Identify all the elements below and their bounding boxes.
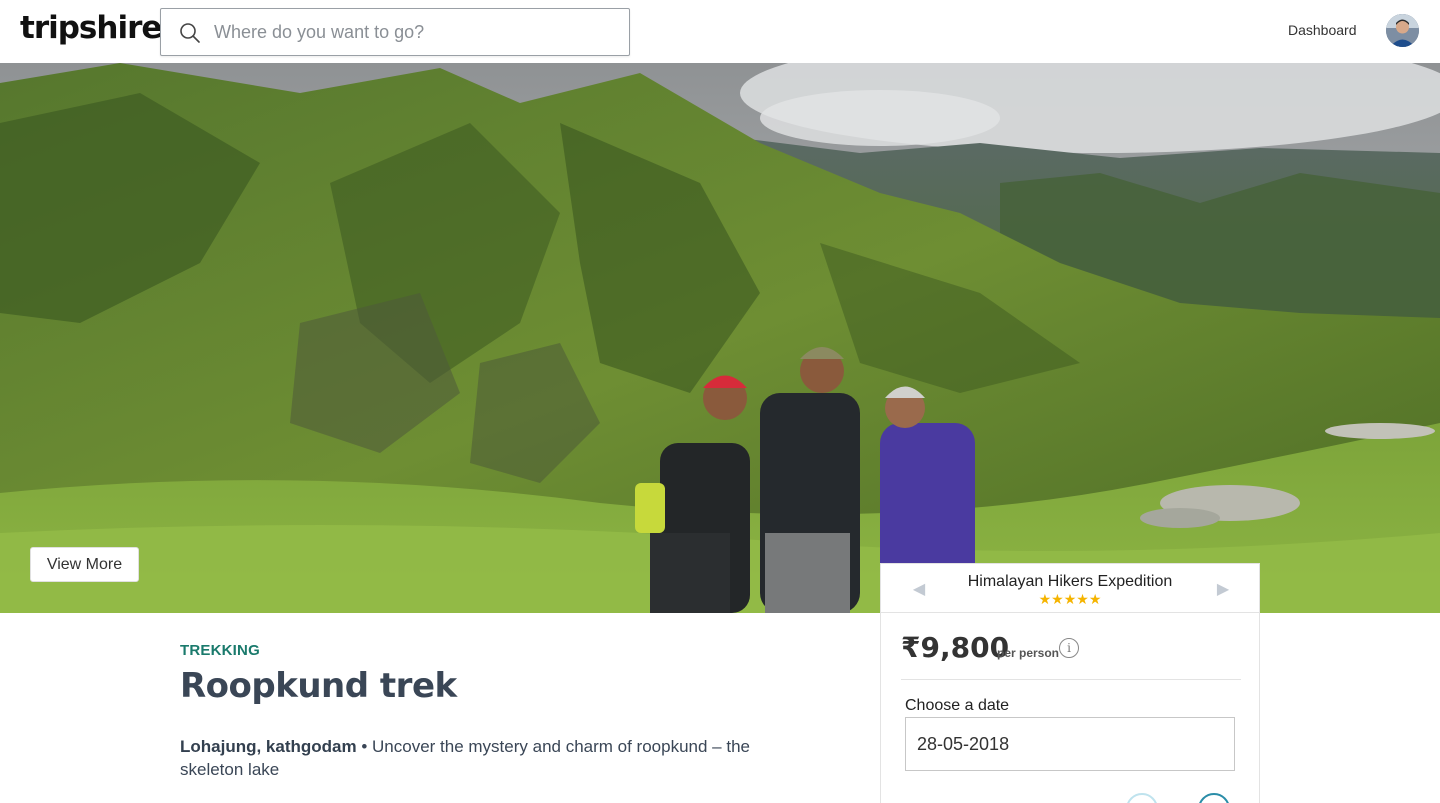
search-icon	[180, 23, 200, 43]
trip-category: TREKKING	[180, 642, 260, 659]
user-avatar[interactable]	[1386, 14, 1419, 47]
option-button[interactable]	[1126, 793, 1158, 803]
info-icon[interactable]: i	[1059, 638, 1079, 658]
rating-stars: ★★★★★	[1038, 591, 1102, 607]
trip-location: Lohajung, kathgodam	[180, 737, 357, 756]
choose-date-label: Choose a date	[905, 697, 1010, 714]
price-unit: per person	[997, 646, 1060, 660]
logo[interactable]: tripshire	[20, 6, 162, 50]
search-box[interactable]	[160, 8, 630, 56]
mountain-landscape-photo	[0, 63, 1440, 613]
chevron-right-icon[interactable]: ▶	[1213, 579, 1233, 599]
view-more-button[interactable]: View More	[30, 547, 139, 582]
operator-name: Himalayan Hikers Expedition	[967, 573, 1173, 590]
trip-description: Lohajung, kathgodam • Uncover the myster…	[180, 735, 790, 781]
booking-card: ◀ Himalayan Hikers Expedition ★★★★★ ▶ ₹9…	[880, 563, 1260, 803]
divider	[901, 679, 1241, 680]
search-input[interactable]	[214, 17, 614, 47]
dashboard-link[interactable]: Dashboard	[1288, 22, 1357, 38]
operator-selector: ◀ Himalayan Hikers Expedition ★★★★★ ▶	[881, 564, 1259, 613]
date-field[interactable]	[905, 717, 1235, 771]
price: ₹9,800	[901, 631, 1010, 664]
top-navigation-bar: tripshire Dashboard	[0, 0, 1440, 63]
option-button[interactable]	[1198, 793, 1230, 803]
trip-title: Roopkund trek	[180, 666, 457, 706]
hero-image	[0, 63, 1440, 613]
avatar-image	[1386, 14, 1419, 47]
separator: •	[356, 737, 373, 756]
